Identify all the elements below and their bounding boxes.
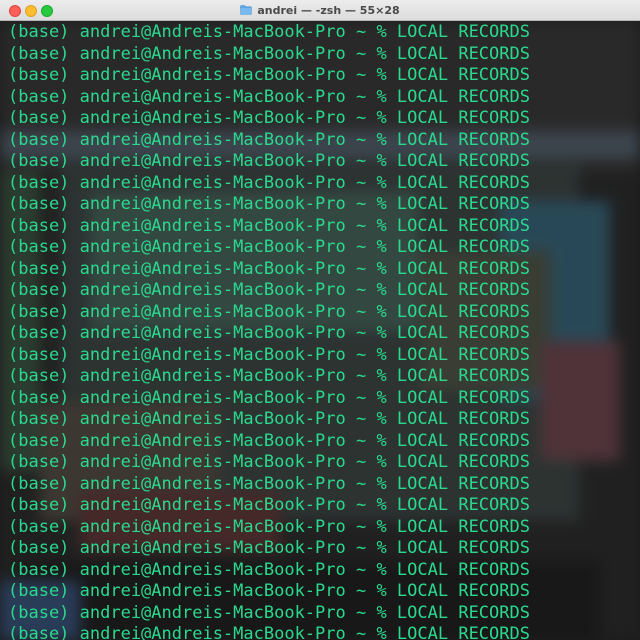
terminal-line: (base) andrei@Andreis-MacBook-Pro ~ % LO… [8, 366, 530, 386]
terminal-line: (base) andrei@Andreis-MacBook-Pro ~ % LO… [8, 194, 530, 214]
terminal-line: (base) andrei@Andreis-MacBook-Pro ~ % LO… [8, 151, 530, 171]
terminal-line: (base) andrei@Andreis-MacBook-Pro ~ % LO… [8, 280, 530, 300]
terminal-line: (base) andrei@Andreis-MacBook-Pro ~ % LO… [8, 172, 530, 193]
folder-icon [240, 5, 253, 15]
terminal-line: (base) andrei@Andreis-MacBook-Pro ~ % LO… [8, 301, 530, 322]
terminal-line: (base) andrei@Andreis-MacBook-Pro ~ % LO… [8, 495, 530, 515]
terminal-line: (base) andrei@Andreis-MacBook-Pro ~ % LO… [8, 65, 530, 85]
terminal-line: (base) andrei@Andreis-MacBook-Pro ~ % LO… [8, 344, 530, 365]
terminal-content[interactable]: (base) andrei@Andreis-MacBook-Pro ~ % LO… [0, 21, 640, 640]
terminal-output[interactable]: (base) andrei@Andreis-MacBook-Pro ~ % LO… [8, 22, 530, 640]
window-title-group: andrei — -zsh — 55×28 [0, 0, 640, 20]
terminal-line: (base) andrei@Andreis-MacBook-Pro ~ % LO… [8, 86, 530, 107]
terminal-line: (base) andrei@Andreis-MacBook-Pro ~ % LO… [8, 387, 530, 408]
terminal-line: (base) andrei@Andreis-MacBook-Pro ~ % LO… [8, 516, 530, 537]
window-title: andrei — -zsh — 55×28 [257, 3, 400, 17]
terminal-line: (base) andrei@Andreis-MacBook-Pro ~ % LO… [8, 129, 530, 150]
scroll-edge [634, 21, 640, 640]
terminal-line: (base) andrei@Andreis-MacBook-Pro ~ % LO… [8, 624, 530, 640]
terminal-line: (base) andrei@Andreis-MacBook-Pro ~ % LO… [8, 538, 530, 558]
terminal-line: (base) andrei@Andreis-MacBook-Pro ~ % LO… [8, 430, 530, 451]
terminal-line: (base) andrei@Andreis-MacBook-Pro ~ % LO… [8, 258, 530, 279]
terminal-line: (base) andrei@Andreis-MacBook-Pro ~ % LO… [8, 602, 530, 623]
terminal-line: (base) andrei@Andreis-MacBook-Pro ~ % LO… [8, 323, 530, 343]
terminal-line: (base) andrei@Andreis-MacBook-Pro ~ % LO… [8, 559, 530, 580]
terminal-line: (base) andrei@Andreis-MacBook-Pro ~ % LO… [8, 452, 530, 472]
terminal-line: (base) andrei@Andreis-MacBook-Pro ~ % LO… [8, 43, 530, 64]
terminal-line: (base) andrei@Andreis-MacBook-Pro ~ % LO… [8, 237, 530, 257]
terminal-line: (base) andrei@Andreis-MacBook-Pro ~ % LO… [8, 108, 530, 128]
terminal-window: andrei — -zsh — 55×28 (base) andrei@Andr… [0, 0, 640, 640]
terminal-line: (base) andrei@Andreis-MacBook-Pro ~ % LO… [8, 473, 530, 494]
title-bar[interactable]: andrei — -zsh — 55×28 [0, 0, 640, 21]
terminal-line: (base) andrei@Andreis-MacBook-Pro ~ % LO… [8, 22, 530, 42]
terminal-line: (base) andrei@Andreis-MacBook-Pro ~ % LO… [8, 581, 530, 601]
terminal-line: (base) andrei@Andreis-MacBook-Pro ~ % LO… [8, 215, 530, 236]
terminal-line: (base) andrei@Andreis-MacBook-Pro ~ % LO… [8, 409, 530, 429]
